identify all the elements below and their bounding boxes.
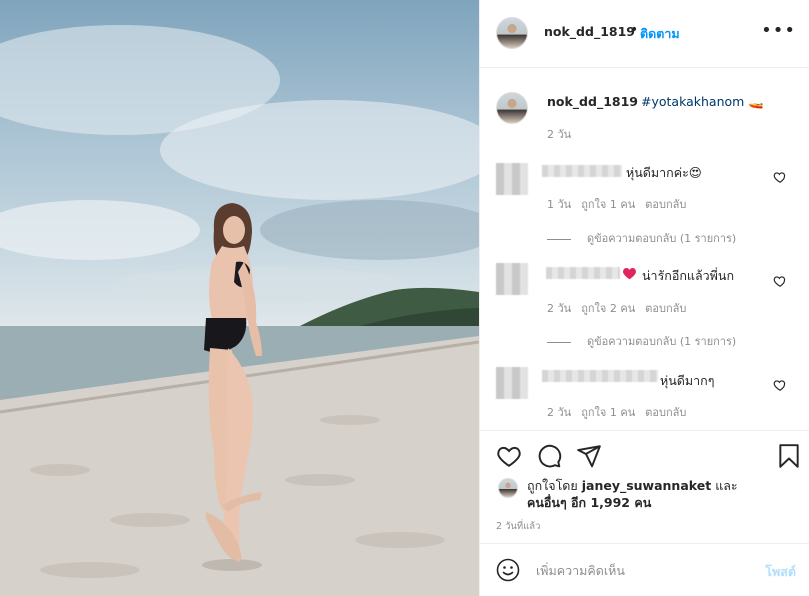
- comment-likes[interactable]: ถูกใจ 1 คน: [581, 406, 635, 419]
- comment-input[interactable]: [536, 556, 746, 584]
- comment-reply-button[interactable]: ตอบกลับ: [645, 302, 686, 315]
- post-photo[interactable]: [0, 0, 479, 596]
- liked-by-and: และ: [715, 478, 738, 493]
- reply-line: [547, 238, 571, 240]
- comment-meta: 2 วัน ถูกใจ 1 คน ตอบกลับ: [547, 403, 696, 421]
- comments-section[interactable]: nok_dd_1819 #yotakakhanom 🚤 2 วัน หุ่นดีมา…: [480, 69, 809, 430]
- heart-icon[interactable]: [496, 443, 522, 469]
- view-replies-label: ดูข้อความตอบกลับ (1 รายการ): [587, 335, 737, 348]
- comment-like-icon[interactable]: [773, 274, 787, 288]
- post-actions: ถูกใจโดย janey_suwannaket และ คนอื่นๆ อี…: [480, 430, 809, 543]
- comment-reply-button[interactable]: ตอบกลับ: [645, 406, 686, 419]
- share-icon[interactable]: [576, 443, 602, 469]
- comment-likes[interactable]: ถูกใจ 2 คน: [581, 302, 635, 315]
- bookmark-icon[interactable]: [776, 443, 802, 469]
- comment-time[interactable]: 2 วัน: [547, 406, 571, 419]
- comment-time[interactable]: 1 วัน: [547, 198, 571, 211]
- liked-by-prefix: ถูกใจโดย: [527, 478, 578, 493]
- comment-text: น่ารักอีกแล้วพี่นก: [642, 268, 735, 283]
- user-avatar[interactable]: [496, 17, 528, 49]
- comment-meta: 1 วัน ถูกใจ 1 คน ตอบกลับ: [547, 195, 696, 213]
- follow-button[interactable]: ติดตาม: [640, 24, 680, 44]
- separator-dot: •: [630, 22, 639, 38]
- comment-text: หุ่นดีมากๆ: [660, 373, 715, 388]
- likes-summary: ถูกใจโดย janey_suwannaket และ คนอื่นๆ อี…: [527, 477, 738, 511]
- more-icon[interactable]: •••: [761, 20, 796, 41]
- view-replies[interactable]: ดูข้อความตอบกลับ (1 รายการ): [547, 229, 736, 247]
- caption-avatar[interactable]: [496, 92, 528, 124]
- comment-like-icon[interactable]: [773, 378, 787, 392]
- caption: nok_dd_1819 #yotakakhanom 🚤: [547, 94, 764, 110]
- comment-reply-button[interactable]: ตอบกลับ: [645, 198, 686, 211]
- post-timestamp[interactable]: 2 วันที่แล้ว: [496, 519, 540, 534]
- post-side-panel: nok_dd_1819 • ติดตาม ••• nok_dd_1819 #yot…: [479, 0, 809, 596]
- liked-by-user[interactable]: janey_suwannaket: [582, 478, 711, 493]
- comment-text: หุ่นดีมากค่ะ😍: [626, 165, 702, 180]
- comment-likes[interactable]: ถูกใจ 1 คน: [581, 198, 635, 211]
- caption-emoji: 🚤: [748, 94, 764, 109]
- comment-icon[interactable]: [536, 443, 562, 469]
- comment-time[interactable]: 2 วัน: [547, 302, 571, 315]
- add-comment-bar: โพสต์: [480, 543, 809, 596]
- beach-scene: [0, 25, 479, 596]
- view-replies[interactable]: ดูข้อความตอบกลับ (1 รายการ): [547, 332, 736, 350]
- comment-username-blurred[interactable]: [542, 370, 658, 382]
- comment-avatar[interactable]: [496, 163, 528, 195]
- smile-icon[interactable]: [496, 558, 520, 582]
- comment-username-blurred[interactable]: [546, 267, 620, 279]
- post-comment-button[interactable]: โพสต์: [765, 562, 796, 582]
- comment-avatar[interactable]: [496, 367, 528, 399]
- caption-username[interactable]: nok_dd_1819: [547, 94, 638, 109]
- red-heart-emoji: [623, 268, 636, 280]
- comment-username-blurred[interactable]: [542, 165, 622, 177]
- liked-by-others[interactable]: คนอื่นๆ อีก 1,992 คน: [527, 495, 651, 510]
- post-header: nok_dd_1819 • ติดตาม •••: [480, 0, 809, 68]
- view-replies-label: ดูข้อความตอบกลับ (1 รายการ): [587, 232, 737, 245]
- username-link[interactable]: nok_dd_1819: [544, 24, 635, 39]
- comment-like-icon[interactable]: [773, 170, 787, 184]
- comment-avatar[interactable]: [496, 263, 528, 295]
- comment-meta: 2 วัน ถูกใจ 2 คน ตอบกลับ: [547, 299, 696, 317]
- reply-line: [547, 341, 571, 343]
- caption-time[interactable]: 2 วัน: [547, 125, 571, 143]
- caption-hashtag[interactable]: #yotakakhanom: [641, 94, 744, 109]
- liker-avatar[interactable]: [498, 478, 518, 498]
